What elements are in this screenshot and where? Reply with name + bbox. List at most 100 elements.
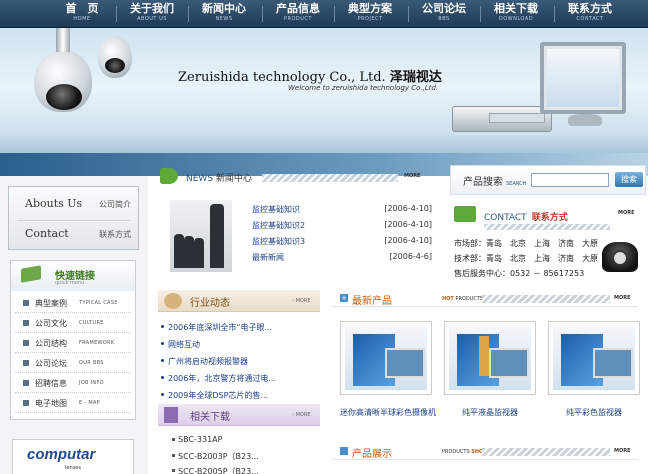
industry-news-item[interactable]: 2009年全球DSP芯片的售... <box>160 390 268 401</box>
stripe-decoration <box>484 224 610 230</box>
nav-label: 典型方案 <box>348 2 392 15</box>
industry-news-title: 行业动态 <box>190 298 230 309</box>
industry-news-item[interactable]: 2006年，北京警方将通过电... <box>161 373 276 384</box>
product-image <box>345 326 427 390</box>
products-label: PRODUCTS <box>455 296 484 302</box>
brand-title: Zeruishida technology Co., Ltd. 泽瑞视达 <box>178 66 442 85</box>
product-search: 产品搜索 SEARCH 搜索 <box>450 165 646 195</box>
news-item-title: 最新新闻 <box>252 253 284 262</box>
download-item[interactable]: SCC-B2005P（B23... <box>172 466 259 474</box>
news-item-date: [2006-4-10] <box>384 220 432 229</box>
nav-download[interactable]: 相关下载 DOWNLOAD <box>480 2 552 23</box>
quick-link-label: 典型案例 <box>35 299 67 308</box>
product-name[interactable]: 纯平彩色监视器 <box>548 407 640 418</box>
quick-link-bbs[interactable]: 公司论坛 OUR BBS <box>15 355 131 373</box>
latest-products-header: + 最新产品 HOT PRODUCTS MORE <box>332 291 638 307</box>
nav-project[interactable]: 典型方案 PROJECT <box>334 2 406 23</box>
welcome-text: Welcome to zeruishida technology Co.,Ltd… <box>288 84 439 92</box>
industry-news-item[interactable]: 网络互动 <box>161 339 200 350</box>
dvr-device-image <box>452 106 552 132</box>
nav-label: 联系方式 <box>568 2 612 15</box>
plus-icon <box>340 447 348 455</box>
stripe-decoration <box>262 174 398 182</box>
downloads-more-link[interactable]: › MORE <box>292 412 310 418</box>
product-image <box>553 326 635 390</box>
bullet-icon <box>23 300 29 306</box>
dome-camera-image <box>34 28 92 112</box>
search-title-en: SEARCH <box>506 181 527 187</box>
hot-label: HOT <box>442 296 454 302</box>
quick-link-sublabel: FRAMEWORK <box>79 340 115 346</box>
bullet-icon <box>23 340 29 346</box>
news-item[interactable]: 监控基础知识2 [2006-4-10] <box>252 220 432 232</box>
industry-news-item[interactable]: 2006年底深圳全市“电子眼... <box>160 322 272 333</box>
search-title: 产品搜索 SEARCH <box>463 173 526 188</box>
nav-home[interactable]: 首 页 HOME <box>46 2 118 23</box>
about-us-link[interactable]: Abouts Us 公司简介 <box>25 197 131 213</box>
latest-products-en: HOT PRODUCTS <box>442 296 483 302</box>
showcase-title: 产品展示 <box>352 449 392 460</box>
search-input[interactable] <box>531 173 609 187</box>
news-item-date: [2006-4-10] <box>384 236 432 245</box>
quick-link-typical-case[interactable]: 典型案例 TYPICAL CASE <box>15 295 131 313</box>
contact-more-link[interactable]: MORE <box>618 210 635 216</box>
computar-logo-link[interactable]: computar lenses <box>12 439 134 474</box>
contact-line-market: 市场部：青岛 北京 上海 济南 大原 <box>454 239 598 248</box>
product-card[interactable] <box>340 321 432 395</box>
nav-contact[interactable]: 联系方式 CONTACT <box>554 2 626 23</box>
news-item-date: [2006-4-10] <box>384 204 432 213</box>
quick-link-framework[interactable]: 公司结构 FRAMEWORK <box>15 335 131 353</box>
download-item[interactable]: SBC-331AP <box>171 435 222 444</box>
nav-product[interactable]: 产品信息 PRODUCT <box>262 2 334 23</box>
stripe-decoration <box>482 295 610 303</box>
nav-sublabel: CONTACT <box>576 16 604 22</box>
news-item[interactable]: 监控基础知识3 [2006-4-10] <box>252 236 432 248</box>
nav-about[interactable]: 关于我们 ABOUT US <box>116 2 188 23</box>
product-name[interactable]: 迷你高清晰半球彩色摄像机 <box>338 407 438 418</box>
nav-label: 相关下载 <box>494 2 538 15</box>
nav-sublabel: PROJECT <box>357 16 383 22</box>
person-figure <box>174 234 184 268</box>
hero-banner: Zeruishida technology Co., Ltd. 泽瑞视达 Wel… <box>0 28 648 176</box>
news-item-title: 监控基础知识 <box>252 205 300 214</box>
person-figure <box>184 236 194 268</box>
telephone-icon <box>602 242 638 272</box>
quick-link-sublabel: OUR BBS <box>79 360 104 366</box>
industry-more-link[interactable]: › MORE <box>292 298 310 304</box>
downloads-header: 相关下载 › MORE <box>158 404 320 426</box>
quick-link-sublabel: E - MAP <box>79 400 100 406</box>
quick-link-sublabel: JOB INFO <box>79 380 104 386</box>
nav-sublabel: HOME <box>73 16 91 22</box>
news-header: NEWS 新闻中心 MORE <box>158 166 436 188</box>
download-item[interactable]: SCC-B2003P（B23... <box>172 451 259 462</box>
quick-link-label: 公司论坛 <box>35 359 67 368</box>
nav-sublabel: ABOUT US <box>137 16 167 22</box>
products-more-link[interactable]: MORE <box>614 295 631 301</box>
nav-label: 公司论坛 <box>422 2 466 15</box>
news-title-zh: 新闻中心 <box>215 174 252 184</box>
book-icon <box>454 206 476 222</box>
search-button[interactable]: 搜索 <box>615 172 643 187</box>
quick-link-culture[interactable]: 公司文化 CULTURE <box>15 315 131 333</box>
product-card[interactable] <box>548 321 640 395</box>
news-more-link[interactable]: MORE <box>404 173 421 179</box>
book-icon <box>21 265 41 283</box>
news-item[interactable]: 最新新闻 [2006-4-6] <box>252 252 432 264</box>
divider <box>17 220 130 221</box>
news-item[interactable]: 监控基础知识 [2006-4-10] <box>252 204 432 216</box>
quick-link-job-info[interactable]: 招聘信息 JOB INFO <box>15 375 131 393</box>
nav-news[interactable]: 新闻中心 NEWS <box>188 2 260 23</box>
product-card[interactable] <box>444 321 536 395</box>
nav-label: 产品信息 <box>276 2 320 15</box>
nav-bbs[interactable]: 公司论坛 BBS <box>408 2 480 23</box>
bullet-icon <box>23 360 29 366</box>
news-item-title: 监控基础知识2 <box>252 221 306 230</box>
contact-link[interactable]: Contact 联系方式 <box>25 227 131 243</box>
contact-label: Contact <box>25 227 69 240</box>
industry-news-item[interactable]: 广州将启动视频报警器 <box>161 356 248 367</box>
brand-name-zh: 泽瑞视达 <box>389 70 442 85</box>
product-showcase-header: 产品展示 PRODUCTS SHOW MORE <box>332 444 638 460</box>
product-name[interactable]: 纯平液晶监视器 <box>444 407 536 418</box>
quick-link-e-map[interactable]: 电子地图 E - MAP <box>15 395 131 413</box>
showcase-more-link[interactable]: MORE <box>614 448 631 454</box>
